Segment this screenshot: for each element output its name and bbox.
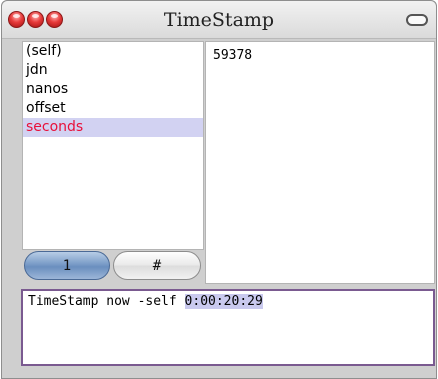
list-item-selected[interactable]: seconds xyxy=(23,118,203,137)
list-item[interactable]: (self) xyxy=(23,42,203,61)
list-item[interactable]: nanos xyxy=(23,80,203,99)
code-expression: TimeStamp now -self xyxy=(28,294,185,309)
secondary-button[interactable]: # xyxy=(113,251,201,280)
collapse-icon[interactable] xyxy=(406,14,428,26)
list-item[interactable]: jdn xyxy=(23,61,203,80)
title-bar[interactable]: TimeStamp xyxy=(2,1,436,39)
field-list[interactable]: (self) jdn nanos offset seconds xyxy=(22,41,204,250)
window-bottom-edge xyxy=(2,368,436,378)
list-item[interactable]: offset xyxy=(23,99,203,118)
button-row: 1 # xyxy=(24,251,202,281)
window-title: TimeStamp xyxy=(163,9,275,31)
code-result: 0:00:20:29 xyxy=(184,294,263,309)
code-pane[interactable]: TimeStamp now -self 0:00:20:29 xyxy=(21,289,435,366)
value-text: 59378 xyxy=(213,48,253,63)
primary-button[interactable]: 1 xyxy=(24,251,110,280)
inspector-window: TimeStamp (self) jdn nanos offset second… xyxy=(1,0,437,379)
value-pane[interactable]: 59378 xyxy=(205,41,435,284)
